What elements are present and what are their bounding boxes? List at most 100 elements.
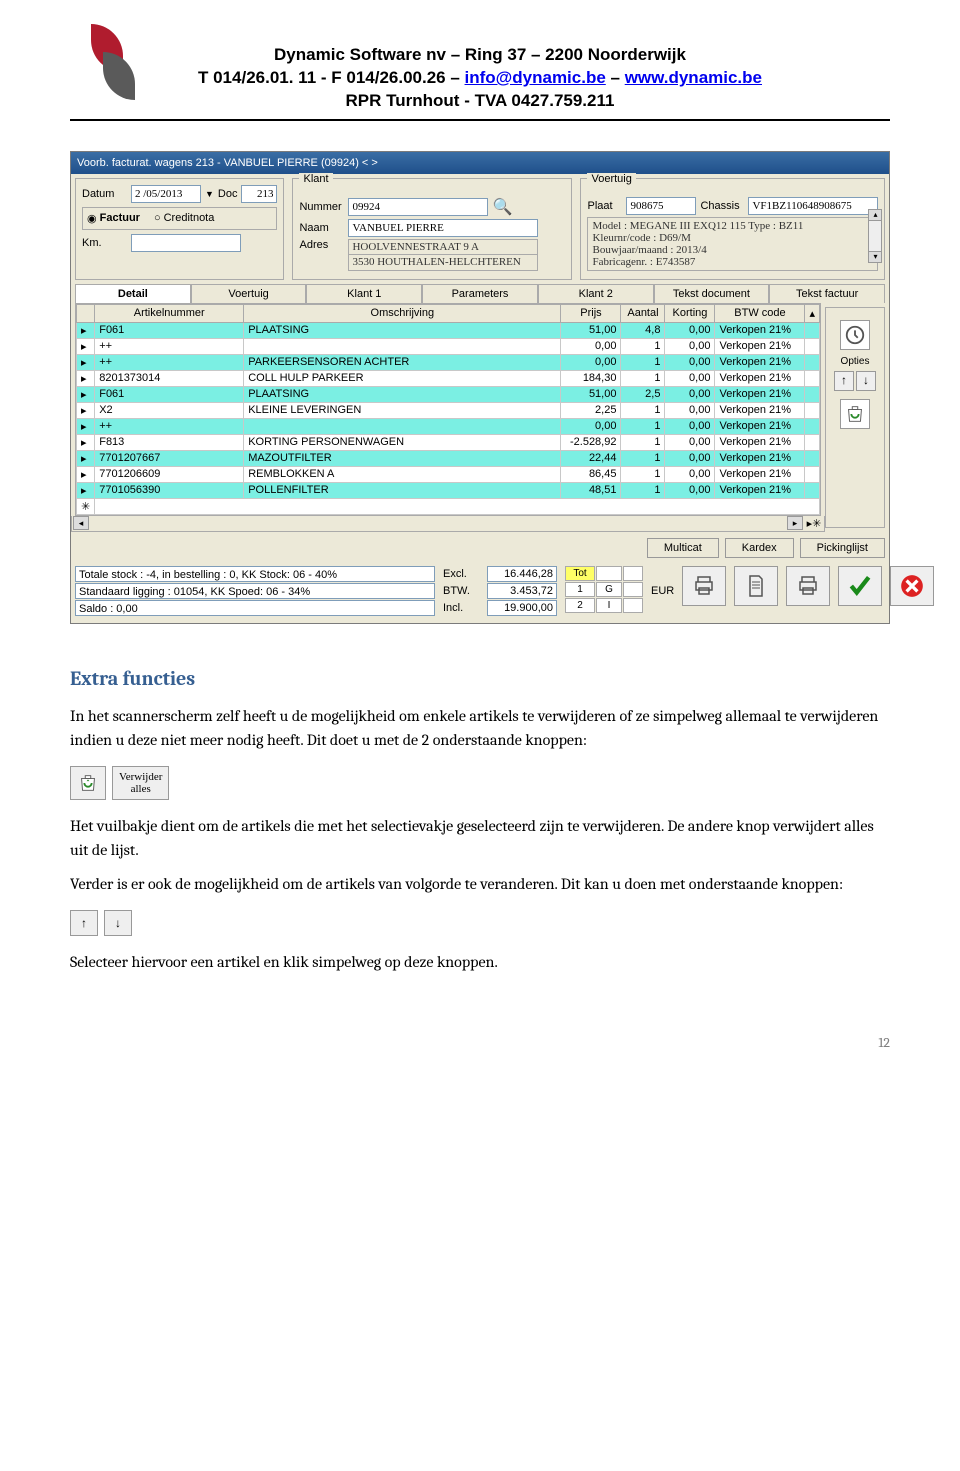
- nummer-input[interactable]: [348, 198, 488, 216]
- plaat-input[interactable]: [626, 197, 696, 215]
- tab-detail[interactable]: Detail: [75, 284, 191, 303]
- chassis-input[interactable]: [748, 197, 878, 215]
- binoculars-icon[interactable]: 🔍: [492, 197, 512, 217]
- table-row[interactable]: ▸F061PLAATSING51,004,80,00Verkopen 21%: [77, 322, 820, 338]
- doc-label: Doc: [218, 188, 238, 200]
- letterhead: Dynamic Software nv – Ring 37 – 2200 Noo…: [70, 44, 890, 113]
- trash-recycle-icon: [77, 772, 99, 794]
- printer-2-icon[interactable]: [786, 566, 830, 606]
- tab-parameters[interactable]: Parameters: [422, 284, 538, 303]
- km-label: Km.: [82, 237, 127, 249]
- col-omschrijving[interactable]: Omschrijving: [244, 304, 561, 322]
- vehicle-info-3: Bouwjaar/maand : 2013/4: [592, 244, 873, 256]
- col-aantal[interactable]: Aantal: [621, 304, 665, 322]
- table-row[interactable]: ▸7701056390POLLENFILTER48,5110,00Verkope…: [77, 482, 820, 498]
- letterhead-line1: Dynamic Software nv – Ring 37 – 2200 Noo…: [70, 44, 890, 67]
- recycle-bin-icon[interactable]: [840, 399, 870, 429]
- multicat-button[interactable]: Multicat: [647, 538, 719, 558]
- line-items-grid[interactable]: Artikelnummer Omschrijving Prijs Aantal …: [75, 303, 821, 516]
- letterhead-line3: RPR Turnhout - TVA 0427.759.211: [70, 90, 890, 113]
- paragraph-1: In het scannerscherm zelf heeft u de mog…: [70, 704, 890, 752]
- table-row[interactable]: ▸7701207667MAZOUTFILTER22,4410,00Verkope…: [77, 450, 820, 466]
- clock-icon[interactable]: [840, 320, 870, 350]
- paragraph-2: Het vuilbakje dient om de artikels die m…: [70, 814, 890, 862]
- table-row[interactable]: ▸F813KORTING PERSONENWAGEN-2.528,9210,00…: [77, 434, 820, 450]
- confirm-check-icon[interactable]: [838, 566, 882, 606]
- col-prijs[interactable]: Prijs: [561, 304, 621, 322]
- currency-label: EUR: [651, 585, 674, 597]
- col-artikelnummer[interactable]: Artikelnummer: [95, 304, 244, 322]
- table-row[interactable]: ▸++0,0010,00Verkopen 21%: [77, 338, 820, 354]
- email-link[interactable]: info@dynamic.be: [465, 68, 606, 87]
- col-sort-icon[interactable]: ▴: [805, 304, 820, 322]
- totals-box: Excl.16.446,28 BTW.3.453,72 Incl.19.900,…: [443, 566, 557, 616]
- scroll-left-icon[interactable]: ◂: [73, 516, 89, 530]
- adres-label: Adres: [299, 239, 344, 251]
- kardex-button[interactable]: Kardex: [725, 538, 794, 558]
- cancel-x-icon[interactable]: [890, 566, 934, 606]
- side-panel: Opties ↑ ↓: [825, 307, 885, 528]
- opties-label: Opties: [830, 356, 880, 367]
- radio-creditnota[interactable]: ○Creditnota: [154, 212, 214, 224]
- verwijder-alles-button[interactable]: Verwijder alles: [112, 766, 169, 800]
- btw-label: BTW.: [443, 585, 483, 597]
- doc-input[interactable]: [241, 185, 277, 203]
- grid-h-scrollbar[interactable]: ◂ ▸ ▸✳: [71, 516, 825, 532]
- col-korting[interactable]: Korting: [665, 304, 715, 322]
- adres-line2: 3530 HOUTHALEN-HELCHTEREN: [348, 255, 538, 271]
- arrow-down-button[interactable]: ↓: [104, 910, 132, 936]
- tab-klant1[interactable]: Klant 1: [306, 284, 422, 303]
- summary-box: Totale stock : -4, in bestelling : 0, KK…: [75, 566, 435, 617]
- table-row[interactable]: ▸7701206609REMBLOKKEN A86,4510,00Verkope…: [77, 466, 820, 482]
- klant-fieldset-title: Klant: [299, 173, 332, 185]
- tab-voertuig[interactable]: Voertuig: [191, 284, 307, 303]
- table-row[interactable]: ▸X2KLEINE LEVERINGEN2,2510,00Verkopen 21…: [77, 402, 820, 418]
- logo: [70, 20, 160, 100]
- delete-buttons-row: Verwijder alles: [70, 766, 890, 800]
- pickinglist-button[interactable]: Pickinglijst: [800, 538, 885, 558]
- letterhead-line2: T 014/26.01. 11 - F 014/26.00.26 – info@…: [70, 67, 890, 90]
- window-titlebar: Voorb. facturat. wagens 213 - VANBUEL PI…: [71, 152, 889, 174]
- site-link[interactable]: www.dynamic.be: [625, 68, 762, 87]
- summary-line1: Totale stock : -4, in bestelling : 0, KK…: [75, 566, 435, 582]
- voertuig-fieldset-title: Voertuig: [587, 173, 635, 185]
- company-logo-icon: [70, 20, 160, 100]
- excl-value: 16.446,28: [487, 566, 557, 582]
- tabstrip: Detail Voertuig Klant 1 Parameters Klant…: [75, 284, 885, 303]
- table-row[interactable]: ▸F061PLAATSING51,002,50,00Verkopen 21%: [77, 386, 820, 402]
- tab-tekst-factuur[interactable]: Tekst factuur: [769, 284, 885, 303]
- table-row[interactable]: ▸++PARKEERSENSOREN ACHTER0,0010,00Verkop…: [77, 354, 820, 370]
- scroll-up-icon[interactable]: ▴: [868, 209, 882, 221]
- km-input[interactable]: [131, 234, 241, 252]
- excl-label: Excl.: [443, 568, 483, 580]
- arrow-up-button[interactable]: ↑: [70, 910, 98, 936]
- voertuig-fieldset: Voertuig Plaat Chassis Model : MEGANE II…: [580, 178, 885, 280]
- date-input[interactable]: [131, 185, 201, 203]
- scroll-down-icon[interactable]: ▾: [868, 251, 882, 263]
- summary-line2: Standaard ligging : 01054, KK Spoed: 06 …: [75, 583, 435, 599]
- section-heading: Extra functies: [70, 664, 890, 694]
- paragraph-3: Verder is er ook de mogelijkheid om de a…: [70, 872, 890, 896]
- printer-1-icon[interactable]: [682, 566, 726, 606]
- tab-klant2[interactable]: Klant 2: [538, 284, 654, 303]
- radio-factuur[interactable]: ◉Factuur: [87, 212, 140, 225]
- document-icon[interactable]: [734, 566, 778, 606]
- naam-input[interactable]: [348, 219, 538, 237]
- btw-value: 3.453,72: [487, 583, 557, 599]
- move-up-icon[interactable]: ↑: [834, 371, 854, 391]
- table-row[interactable]: ▸8201373014COLL HULP PARKEER184,3010,00V…: [77, 370, 820, 386]
- vehicle-info-4: Fabricagenr. : E743587: [592, 256, 873, 268]
- date-dropdown-icon[interactable]: ▼: [205, 189, 214, 199]
- tab-tekst-document[interactable]: Tekst document: [654, 284, 770, 303]
- incl-value: 19.900,00: [487, 600, 557, 616]
- table-row[interactable]: ▸++0,0010,00Verkopen 21%: [77, 418, 820, 434]
- naam-label: Naam: [299, 222, 344, 234]
- summary-line3: Saldo : 0,00: [75, 600, 435, 616]
- tot-label: Tot: [565, 566, 595, 581]
- col-btw[interactable]: BTW code: [715, 304, 805, 322]
- trash-button[interactable]: [70, 766, 106, 800]
- letterhead-divider: [70, 119, 890, 121]
- move-down-icon[interactable]: ↓: [856, 371, 876, 391]
- scroll-right-icon[interactable]: ▸: [787, 516, 803, 530]
- tot-mini-grid: Tot 1G 2I: [565, 566, 643, 613]
